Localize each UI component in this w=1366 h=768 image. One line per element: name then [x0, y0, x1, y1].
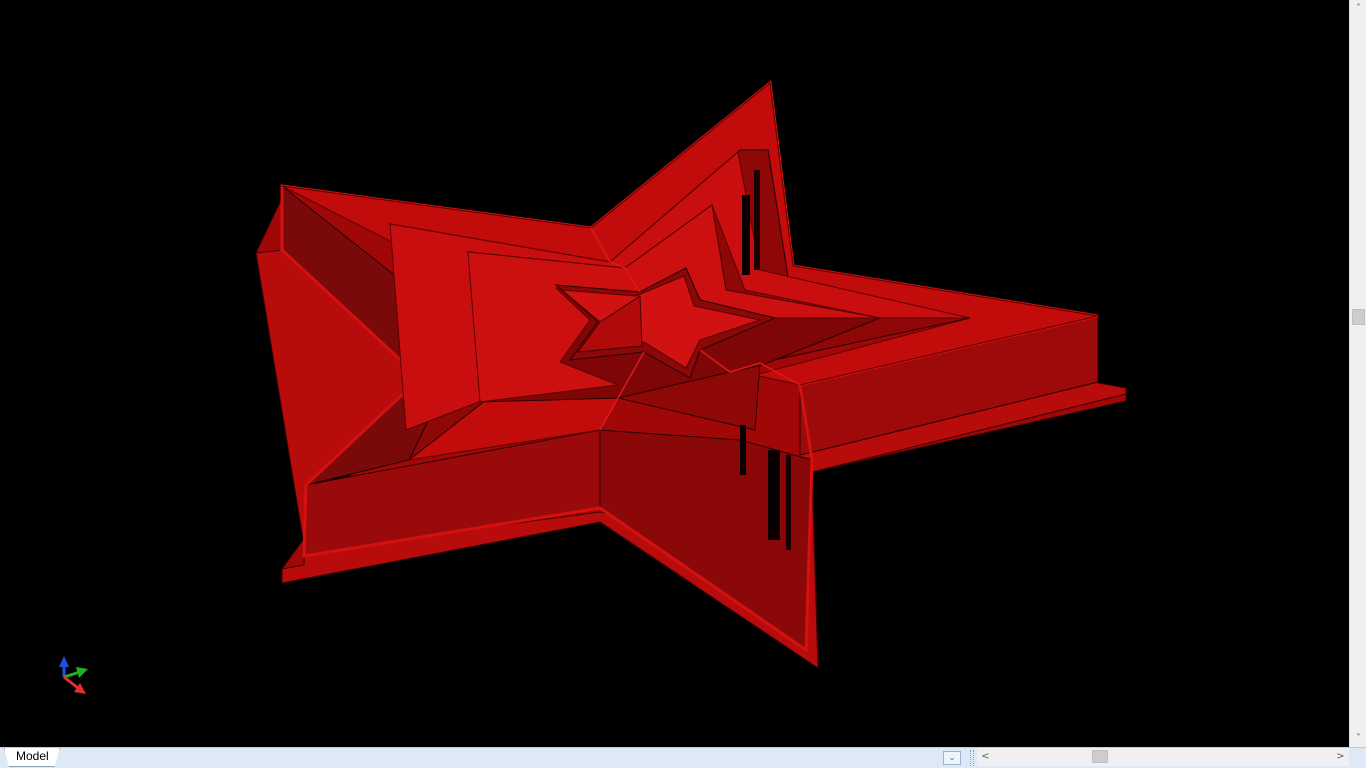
axis-triad-icon: [59, 656, 88, 694]
chevron-left-icon[interactable]: <: [977, 748, 994, 766]
chevron-up-icon[interactable]: ˄: [1350, 0, 1366, 17]
vertical-scrollbar[interactable]: ˄ ˅: [1349, 0, 1366, 747]
tab-scroll-splitter[interactable]: [970, 750, 974, 766]
layout-tab-bar: Model ⌄ < >: [0, 747, 1366, 768]
axis-y-arrow: [76, 667, 88, 678]
tab-model[interactable]: Model: [4, 748, 60, 767]
axis-z-arrow: [59, 656, 69, 667]
chevron-down-icon[interactable]: ˅: [1350, 730, 1366, 747]
slot-2: [754, 170, 760, 270]
star-model: [255, 80, 1127, 669]
vertical-scroll-thumb[interactable]: [1352, 309, 1365, 325]
model-viewport[interactable]: [0, 0, 1349, 747]
slot-3: [768, 450, 780, 540]
slot-1: [742, 195, 750, 275]
chevron-down-icon[interactable]: ⌄: [943, 751, 961, 765]
horizontal-scroll-thumb[interactable]: [1092, 750, 1108, 763]
chevron-right-icon[interactable]: >: [1332, 748, 1349, 766]
slot-4: [740, 425, 746, 475]
horizontal-scrollbar[interactable]: < >: [977, 748, 1349, 766]
slot-5: [786, 455, 791, 550]
axis-x-line: [63, 675, 79, 690]
